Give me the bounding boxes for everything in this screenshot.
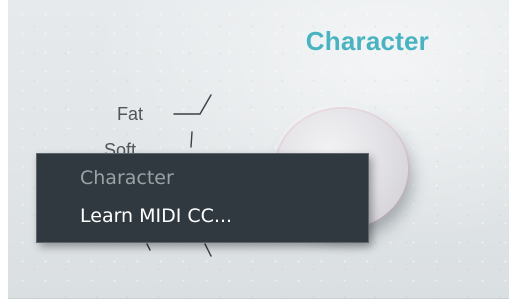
scale-mark-soft	[190, 131, 193, 148]
context-menu: Character Learn MIDI CC...	[36, 153, 369, 243]
menu-item-character-header: Character	[80, 167, 174, 189]
scale-mark-fat	[173, 94, 212, 115]
scale-mark-lower-1	[146, 243, 151, 251]
scale-mark-lower-2	[204, 243, 212, 257]
plugin-window: Character Fat Soft Character Learn MIDI …	[0, 0, 509, 305]
menu-item-learn-midi-cc[interactable]: Learn MIDI CC...	[37, 197, 368, 235]
